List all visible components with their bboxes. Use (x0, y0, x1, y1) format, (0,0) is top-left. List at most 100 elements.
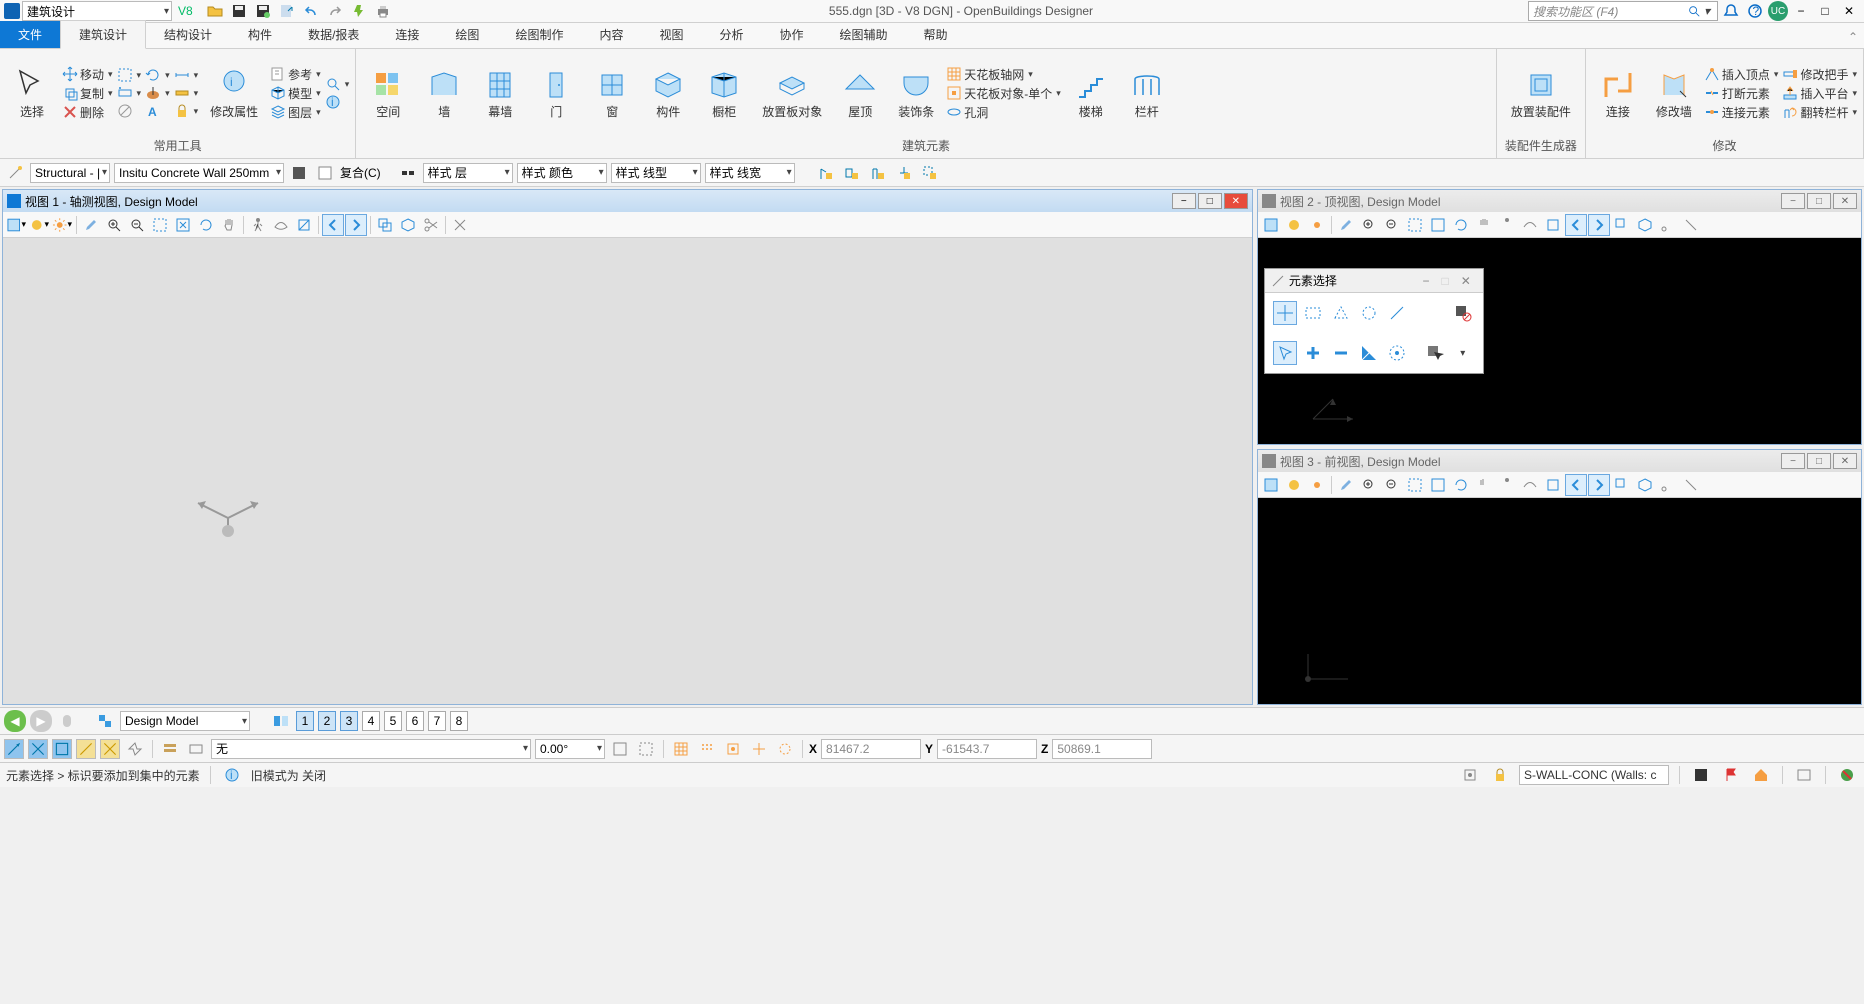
open-icon[interactable] (204, 0, 226, 22)
rotate-view-icon[interactable] (1450, 214, 1472, 236)
hole-button[interactable]: 孔洞 (946, 103, 1061, 122)
pan-icon[interactable] (1473, 474, 1495, 496)
sel-line-icon[interactable] (1385, 301, 1409, 325)
tab-collab[interactable]: 协作 (762, 21, 822, 48)
models-icon[interactable] (94, 710, 116, 732)
fit-view-icon[interactable] (172, 214, 194, 236)
cabinet-button[interactable]: 橱柜 (698, 65, 750, 121)
view-num-6[interactable]: 6 (406, 711, 424, 731)
mouse-icon[interactable] (56, 710, 78, 732)
view-orient-icon[interactable] (293, 214, 315, 236)
workset-combo[interactable]: 建筑设计▾ (22, 1, 172, 21)
modify-handle-button[interactable]: 修改把手▾ (1782, 65, 1857, 84)
panel-close[interactable]: ✕ (1455, 274, 1477, 288)
zoom-in-icon[interactable] (1358, 214, 1380, 236)
window-close[interactable]: ✕ (1838, 0, 1860, 22)
fence-icon[interactable]: ▾ (117, 66, 142, 84)
nav-back-icon[interactable]: ◀ (4, 710, 26, 732)
lock3-icon[interactable] (867, 162, 889, 184)
grid4-icon[interactable] (748, 738, 770, 760)
clear-icon[interactable] (1680, 474, 1702, 496)
view-1-canvas[interactable] (3, 238, 1252, 704)
copy-view-icon[interactable] (1611, 214, 1633, 236)
view-attrs-icon[interactable] (1260, 214, 1282, 236)
tab-drawing[interactable]: 绘图 (437, 21, 497, 48)
walk-icon[interactable] (1496, 474, 1518, 496)
x-field[interactable]: 81467.2 (821, 739, 921, 759)
panel-minimize[interactable]: − (1416, 274, 1435, 288)
sel-shape-icon[interactable] (1329, 301, 1353, 325)
mode-clear-icon[interactable] (1385, 341, 1409, 365)
view-next-icon[interactable] (345, 214, 367, 236)
lock1-icon[interactable] (815, 162, 837, 184)
lock5-icon[interactable] (919, 162, 941, 184)
save-as-icon[interactable] (252, 0, 274, 22)
flip-rail-button[interactable]: 翻转栏杆▾ (1782, 103, 1857, 122)
window-maximize[interactable]: □ (1814, 0, 1836, 22)
tab-architecture[interactable]: 建筑设计 (60, 20, 146, 49)
measure-dist-icon[interactable]: ▾ (174, 66, 199, 84)
window-area-icon[interactable] (1404, 474, 1426, 496)
fit-view-icon[interactable] (1427, 214, 1449, 236)
grid5-icon[interactable] (774, 738, 796, 760)
display-style-icon[interactable] (1283, 474, 1305, 496)
copy-view-icon[interactable] (1611, 474, 1633, 496)
disk-status-icon[interactable] (1690, 764, 1712, 786)
sel-disable-icon[interactable] (1451, 301, 1475, 325)
component-button[interactable]: 构件 (642, 65, 694, 121)
view-prev-icon[interactable] (322, 214, 344, 236)
clear-icon[interactable] (1680, 214, 1702, 236)
view-attrs-icon[interactable]: ▾ (5, 214, 27, 236)
tab-structural[interactable]: 结构设计 (146, 21, 230, 48)
view-minimize[interactable]: − (1172, 193, 1196, 209)
selmode-1[interactable] (4, 739, 24, 759)
display-style-icon[interactable]: ▾ (28, 214, 50, 236)
fill-icon[interactable]: ▾ (145, 84, 170, 102)
stair-button[interactable]: 楼梯 (1065, 65, 1117, 121)
reference-button[interactable]: 参考▾ (270, 65, 321, 84)
window-area-icon[interactable] (1404, 214, 1426, 236)
view-next-icon[interactable] (1588, 474, 1610, 496)
view-num-4[interactable]: 4 (362, 711, 380, 731)
style-lineweight-combo[interactable]: 样式 线宽▾ (705, 163, 795, 183)
measure-icon[interactable]: ▾ (174, 84, 199, 102)
view-toggle-icon[interactable] (270, 710, 292, 732)
clip-volume-icon[interactable] (397, 214, 419, 236)
s1-icon[interactable] (609, 738, 631, 760)
info-status-icon[interactable]: i (221, 764, 243, 786)
grid2-icon[interactable] (696, 738, 718, 760)
flag-status-icon[interactable] (1720, 764, 1742, 786)
connect-button[interactable]: 连接 (1592, 65, 1644, 121)
clip-scissors-icon[interactable] (1657, 214, 1679, 236)
v8-icon[interactable]: V8 (174, 0, 196, 22)
view-num-3[interactable]: 3 (340, 711, 358, 731)
zoom-in-icon[interactable] (1358, 474, 1380, 496)
clip-scissors-icon[interactable] (420, 214, 442, 236)
lineweight-swatch-icon[interactable] (397, 162, 419, 184)
clip-volume-icon[interactable] (1634, 214, 1656, 236)
swatch-icon[interactable] (288, 162, 310, 184)
export-icon[interactable] (276, 0, 298, 22)
wall-button[interactable]: 墙 (418, 65, 470, 121)
view-orient-icon[interactable] (1542, 474, 1564, 496)
snap1-icon[interactable] (1459, 764, 1481, 786)
view-maximize[interactable]: □ (1198, 193, 1222, 209)
home-status-icon[interactable] (1750, 764, 1772, 786)
walk-icon[interactable] (1496, 214, 1518, 236)
view-minimize[interactable]: − (1781, 453, 1805, 469)
connect-element-button[interactable]: 连接元素 (1704, 103, 1779, 122)
view-num-8[interactable]: 8 (450, 711, 468, 731)
brightness-icon[interactable] (1306, 474, 1328, 496)
display-style-icon[interactable] (1283, 214, 1305, 236)
panel-maximize[interactable]: □ (1436, 274, 1455, 288)
tables-icon[interactable] (159, 738, 181, 760)
tab-component[interactable]: 构件 (230, 21, 290, 48)
modify-attr-button[interactable]: i修改属性 (202, 65, 266, 121)
selmode-2[interactable] (28, 739, 48, 759)
brush-icon[interactable] (1335, 214, 1357, 236)
door-button[interactable]: 门 (530, 65, 582, 121)
view-num-1[interactable]: 1 (296, 711, 314, 731)
zoom-out-icon[interactable] (1381, 214, 1403, 236)
fly-icon[interactable] (1519, 214, 1541, 236)
view-prev-icon[interactable] (1565, 474, 1587, 496)
